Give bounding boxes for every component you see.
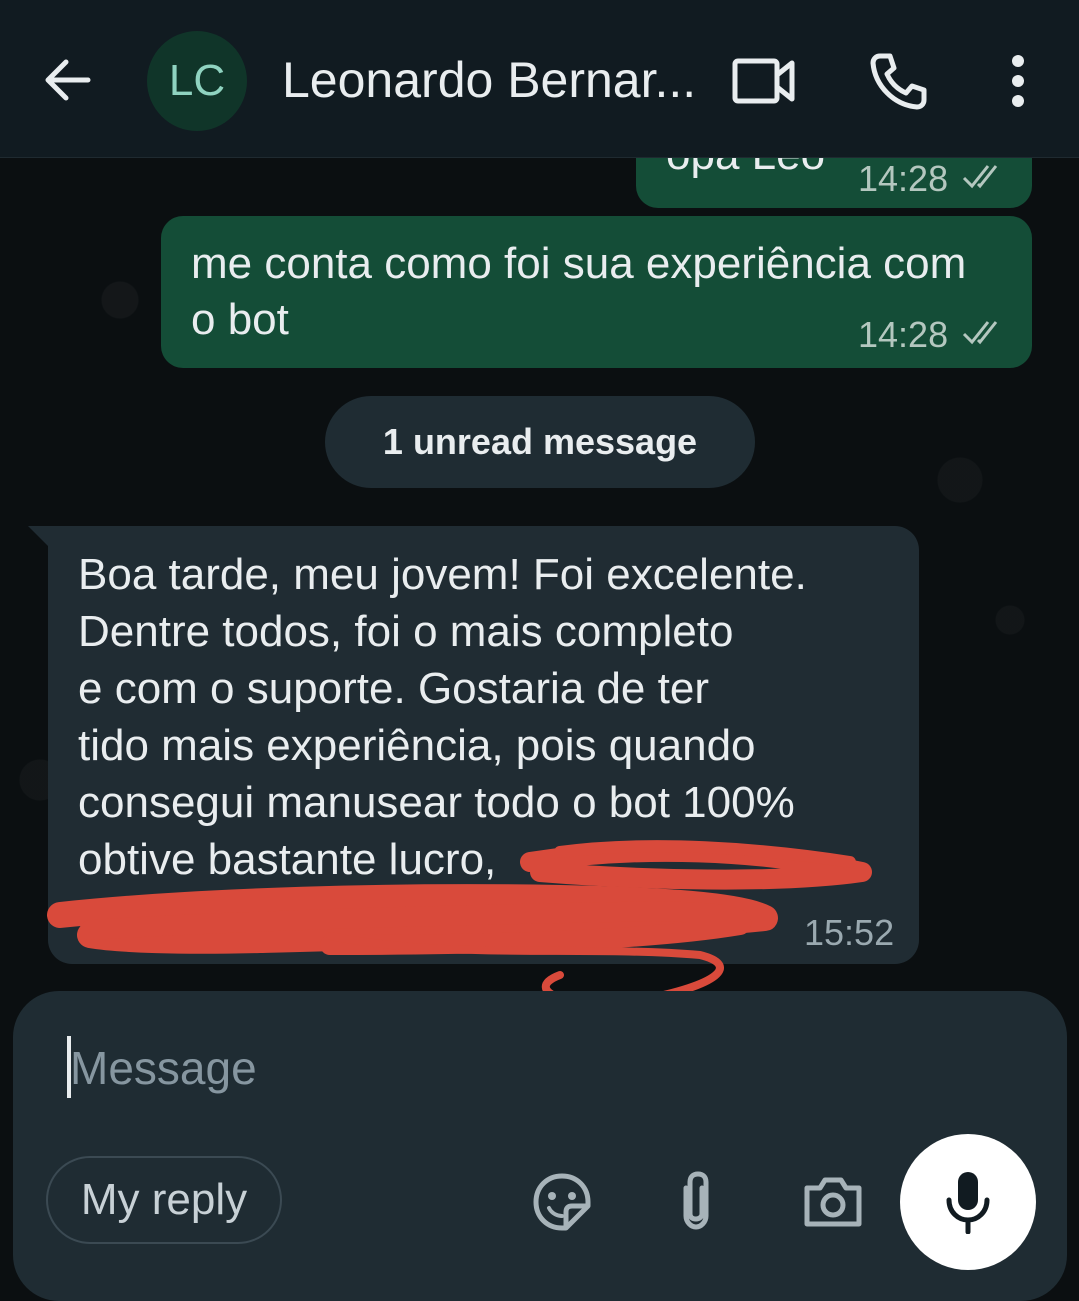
mic-icon <box>946 1172 990 1234</box>
camera-icon[interactable] <box>802 1172 864 1230</box>
reply-suggestion-chip[interactable]: My reply <box>46 1156 282 1244</box>
message-input[interactable] <box>70 1036 670 1100</box>
sticker-icon[interactable] <box>532 1172 592 1232</box>
attach-icon[interactable] <box>672 1170 720 1232</box>
voice-message-button[interactable] <box>900 1134 1036 1270</box>
